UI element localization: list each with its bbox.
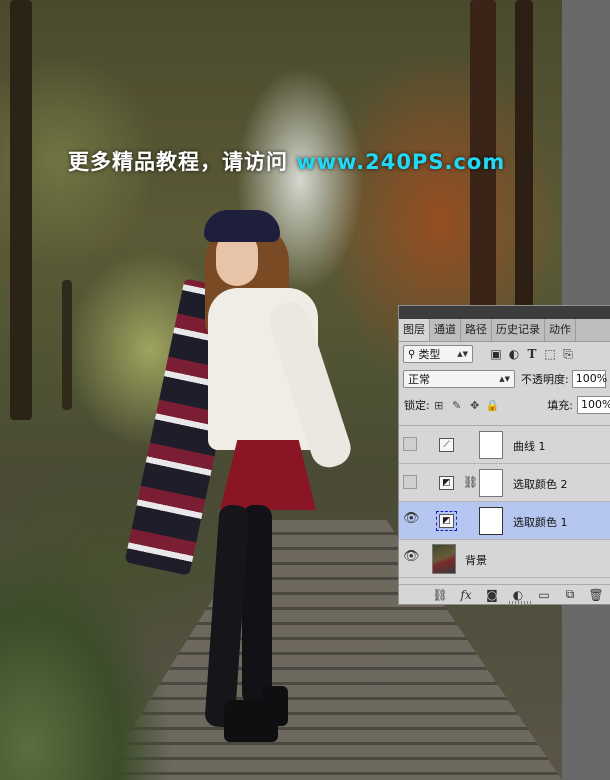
chevron-down-icon: ▲▼ xyxy=(457,350,468,358)
new-group-icon[interactable]: ▭ xyxy=(531,588,557,602)
new-adjustment-icon[interactable]: ◐ xyxy=(505,588,531,602)
layer-row-curves-1[interactable]: ⟋ 曲线 1 xyxy=(399,426,610,464)
skirt xyxy=(220,440,316,510)
link-layers-icon[interactable]: ⛓ xyxy=(427,588,453,602)
smart-object-filter-icon[interactable]: ⎘ xyxy=(559,347,577,362)
opacity-label: 不透明度: xyxy=(521,373,569,386)
image-filter-icon[interactable]: ▣ xyxy=(487,347,505,361)
type-filter-icon[interactable]: T xyxy=(523,347,541,361)
panel-title-bar[interactable] xyxy=(399,306,610,319)
selective-color-icon: ◩ xyxy=(436,511,457,531)
adjustment-filter-icon[interactable]: ◐ xyxy=(505,347,523,361)
arm xyxy=(264,297,356,473)
fill-input[interactable]: 100% xyxy=(577,396,610,414)
layer-name: 选取颜色 2 xyxy=(513,478,568,491)
layer-row-selective-color-1[interactable]: 👁 ◩ 选取颜色 1 xyxy=(399,502,610,540)
layers-panel: 图层 通道 路径 历史记录 动作 ⚲ 类型 ▲▼ ▣ ◐ T ⬚ ⎘ 正常 ▲▼… xyxy=(398,305,610,605)
lock-label: 锁定: xyxy=(404,399,430,412)
selective-color-icon: ◩ xyxy=(439,476,454,490)
tab-history[interactable]: 历史记录 xyxy=(492,319,545,341)
layer-row-background[interactable]: 👁 背景 xyxy=(399,540,610,578)
layers-list: ⟋ 曲线 1 ◩ ⛓ 选取颜色 2 👁 ◩ 选取颜色 1 👁 背景 xyxy=(399,425,610,584)
beret xyxy=(204,210,280,242)
search-icon: ⚲ xyxy=(408,348,416,360)
tab-layers[interactable]: 图层 xyxy=(399,319,430,341)
scarf xyxy=(124,278,250,576)
tab-channels[interactable]: 通道 xyxy=(430,319,461,341)
watermark-text: 更多精品教程，请访问 xyxy=(68,150,288,174)
blend-mode-value: 正常 xyxy=(408,373,430,386)
lock-position-icon[interactable]: ✥ xyxy=(466,399,484,412)
visibility-toggle-off[interactable] xyxy=(403,475,417,489)
opacity-input[interactable]: 100% xyxy=(571,370,607,388)
layer-name: 背景 xyxy=(465,554,487,567)
blend-row: 正常 ▲▼ 不透明度: 100% xyxy=(399,368,610,390)
layer-row-selective-color-2[interactable]: ◩ ⛓ 选取颜色 2 xyxy=(399,464,610,502)
new-layer-icon[interactable]: ⧉ xyxy=(557,587,583,602)
layer-mask-thumbnail[interactable] xyxy=(479,431,503,459)
lock-all-icon[interactable]: 🔒 xyxy=(484,399,502,412)
add-mask-icon[interactable]: ◙ xyxy=(479,588,505,602)
filter-row: ⚲ 类型 ▲▼ ▣ ◐ T ⬚ ⎘ xyxy=(399,342,610,366)
tree-trunk xyxy=(10,0,32,420)
face xyxy=(216,232,258,286)
lock-row: 锁定: ⊞ ✎ ✥ 🔒 填充: 100% xyxy=(399,394,610,416)
link-icon[interactable]: ⛓ xyxy=(463,475,478,489)
fx-icon[interactable]: fx xyxy=(453,588,479,602)
visibility-toggle-off[interactable] xyxy=(403,437,417,451)
lock-pixels-icon[interactable]: ✎ xyxy=(448,399,466,412)
tab-paths[interactable]: 路径 xyxy=(461,319,492,341)
watermark-url: www.240PS.com xyxy=(296,150,506,174)
layer-name: 曲线 1 xyxy=(513,440,546,453)
resize-grip[interactable] xyxy=(509,601,533,604)
panel-footer: ⛓ fx ◙ ◐ ▭ ⧉ 🗑 xyxy=(399,584,610,604)
layer-name: 选取颜色 1 xyxy=(513,516,568,529)
layer-mask-thumbnail[interactable] xyxy=(479,507,503,535)
lock-transparency-icon[interactable]: ⊞ xyxy=(430,399,448,412)
tree-trunk xyxy=(62,280,72,410)
blend-mode-select[interactable]: 正常 ▲▼ xyxy=(403,370,515,388)
sweater xyxy=(208,288,318,450)
hair xyxy=(205,222,289,342)
eye-icon[interactable]: 👁 xyxy=(403,550,420,565)
watermark: 更多精品教程，请访问 www.240PS.com xyxy=(68,146,505,176)
tab-actions[interactable]: 动作 xyxy=(545,319,576,341)
panel-tabs: 图层 通道 路径 历史记录 动作 xyxy=(399,319,610,342)
layer-filter-value: 类型 xyxy=(418,348,441,361)
fern-plant xyxy=(0,540,170,780)
tree-trunk xyxy=(515,0,533,310)
background-thumbnail[interactable] xyxy=(432,544,456,574)
trash-icon[interactable]: 🗑 xyxy=(583,588,609,602)
fill-label: 填充: xyxy=(547,399,573,412)
curves-adjustment-icon: ⟋ xyxy=(439,438,454,452)
eye-icon[interactable]: 👁 xyxy=(403,512,420,527)
layer-mask-thumbnail[interactable] xyxy=(479,469,503,497)
chevron-down-icon: ▲▼ xyxy=(499,375,510,383)
layer-filter-select[interactable]: ⚲ 类型 ▲▼ xyxy=(403,345,473,363)
shape-filter-icon[interactable]: ⬚ xyxy=(541,347,559,361)
